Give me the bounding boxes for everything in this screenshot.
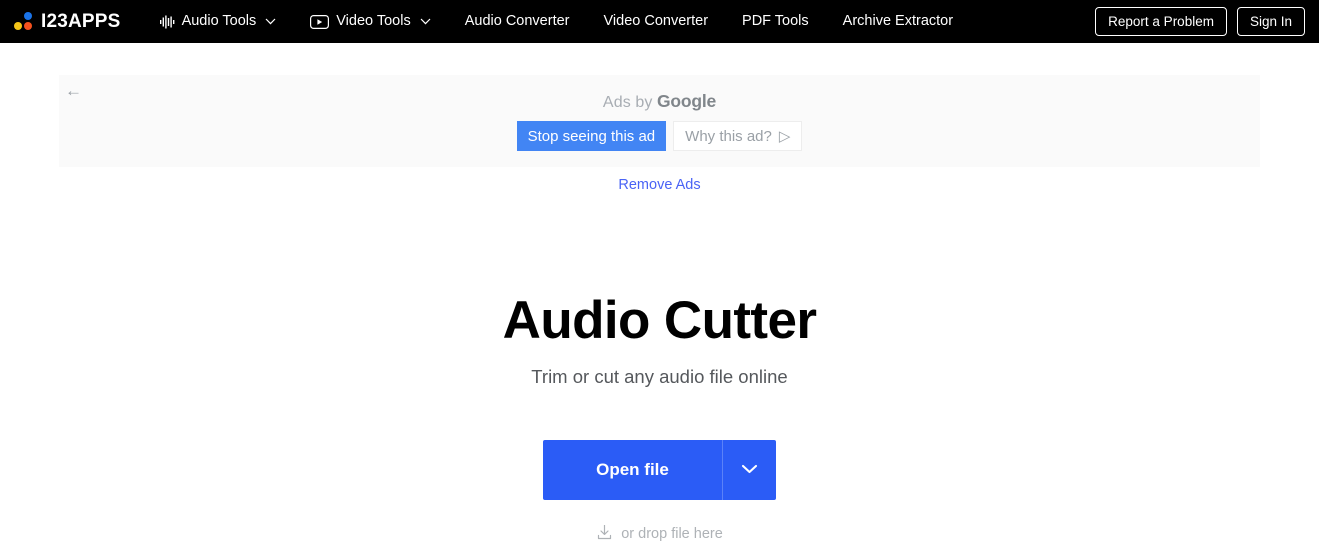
sign-in-button[interactable]: Sign In xyxy=(1236,7,1305,36)
why-this-ad-button[interactable]: Why this ad? ▷ xyxy=(673,121,803,151)
nav-item-label: Video Converter xyxy=(603,13,709,29)
ads-by-google-label: Ads by Google xyxy=(59,91,1260,112)
why-this-ad-label: Why this ad? xyxy=(685,127,772,145)
ads-by-prefix: Ads by xyxy=(602,94,657,111)
hero-section: Audio Cutter Trim or cut any audio file … xyxy=(0,293,1319,545)
open-file-button-group: Open file xyxy=(543,439,776,500)
nav-item-label: Audio Converter xyxy=(464,13,570,29)
nav-item-audio-tools[interactable]: Audio Tools xyxy=(143,0,294,43)
stop-seeing-this-ad-button[interactable]: Stop seeing this ad xyxy=(516,121,667,151)
page-subtitle: Trim or cut any audio file online xyxy=(531,365,788,387)
logo-dot-yellow xyxy=(14,22,22,30)
nav-items: Audio Tools Video Tools Audio Converter … xyxy=(143,0,971,43)
logo-dot-blue xyxy=(24,12,32,20)
remove-ads-link[interactable]: Remove Ads xyxy=(59,177,1260,193)
nav-item-label: Archive Extractor xyxy=(842,13,954,29)
open-file-dropdown-button[interactable] xyxy=(721,439,776,500)
top-navigation-bar: I23APPS Audio Tools Video Tools Audio Co… xyxy=(0,0,1319,43)
chevron-down-icon xyxy=(265,0,276,43)
nav-item-pdf-tools[interactable]: PDF Tools xyxy=(725,0,826,43)
nav-item-label: PDF Tools xyxy=(742,13,809,29)
brand-logo-123apps[interactable]: I23APPS xyxy=(14,11,121,33)
chevron-down-icon xyxy=(741,462,758,477)
page-title: Audio Cutter xyxy=(502,291,817,350)
download-icon xyxy=(596,524,613,545)
waveform-icon xyxy=(159,15,175,29)
nav-item-video-tools[interactable]: Video Tools xyxy=(293,0,447,43)
ad-content: Ads by Google Stop seeing this ad Why th… xyxy=(59,91,1260,151)
drop-file-hint: or drop file here xyxy=(0,524,1319,545)
drop-file-text: or drop file here xyxy=(621,526,723,543)
nav-item-archive-extractor[interactable]: Archive Extractor xyxy=(826,0,970,43)
ad-button-row: Stop seeing this ad Why this ad? ▷ xyxy=(59,121,1260,151)
open-file-row: Open file xyxy=(0,439,1319,500)
video-play-icon xyxy=(310,14,330,29)
brand-name: I23APPS xyxy=(41,10,121,32)
logo-dots-icon xyxy=(14,12,33,31)
advertisement-container: ← Ads by Google Stop seeing this ad Why … xyxy=(59,75,1260,193)
nav-right-actions: Report a Problem Sign In xyxy=(1095,7,1305,36)
nav-item-label: Video Tools xyxy=(336,13,411,29)
report-problem-button[interactable]: Report a Problem xyxy=(1095,7,1227,36)
ad-info-triangle-icon: ▷ xyxy=(778,128,791,145)
logo-dot-red xyxy=(24,22,32,30)
nav-item-audio-converter[interactable]: Audio Converter xyxy=(448,0,587,43)
nav-item-video-converter[interactable]: Video Converter xyxy=(587,0,726,43)
open-file-button[interactable]: Open file xyxy=(543,439,722,500)
nav-item-label: Audio Tools xyxy=(181,13,257,29)
chevron-down-icon xyxy=(420,0,431,43)
google-wordmark: Google xyxy=(656,91,717,111)
ad-panel: ← Ads by Google Stop seeing this ad Why … xyxy=(59,75,1260,167)
